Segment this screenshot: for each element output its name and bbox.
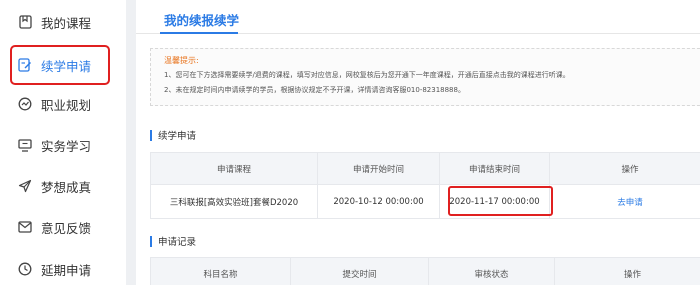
apply-link[interactable]: 去申请 <box>549 184 700 219</box>
section-marker <box>150 235 152 247</box>
table-header-row: 科目名称 提交时间 审核状态 操作 <box>150 257 700 285</box>
notice-line: 1、您可在下方选择需要续学/退费的课程，填写对应信息，网校复核后为您开通下一年度… <box>164 71 570 79</box>
column-header: 申请结束时间 <box>439 152 550 185</box>
sidebar-item-my-courses[interactable]: 我的课程 <box>0 3 126 41</box>
sidebar-item-career-planning[interactable]: 职业规划 <box>0 85 126 123</box>
column-header: 审核状态 <box>428 257 555 285</box>
clock-icon <box>17 261 33 277</box>
sidebar: 我的课程 续学申请 职业规划 实务学习 梦想成真 意见反馈 延期申请 <box>0 0 126 285</box>
section-header-apply: 续学申请 <box>150 128 196 142</box>
table-header-row: 申请课程 申请开始时间 申请结束时间 操作 <box>150 152 700 185</box>
sidebar-item-deferral[interactable]: 延期申请 <box>0 250 126 285</box>
end-time-cell: 2020-11-17 00:00:00 <box>439 184 550 219</box>
sidebar-item-label: 延期申请 <box>41 262 92 278</box>
apply-table: 申请课程 申请开始时间 申请结束时间 操作 三科联报[高效实验班]套餐D2020… <box>150 152 700 219</box>
sidebar-item-practical-learning[interactable]: 实务学习 <box>0 126 126 164</box>
table-row: 三科联报[高效实验班]套餐D2020 2020-10-12 00:00:00 2… <box>150 184 700 219</box>
sidebar-item-label: 职业规划 <box>41 97 92 113</box>
notice-box: 温馨提示: 1、您可在下方选择需要续学/退费的课程，填写对应信息，网校复核后为您… <box>150 48 700 106</box>
sidebar-item-continue-study[interactable]: 续学申请 <box>0 46 126 84</box>
records-table: 科目名称 提交时间 审核状态 操作 <box>150 257 700 285</box>
notice-line: 2、未在规定时间内申请续学的学员，根据协议规定不予开课，详情请咨询客服010-8… <box>164 86 465 94</box>
start-time-cell: 2020-10-12 00:00:00 <box>317 184 440 219</box>
section-header-records: 申请记录 <box>150 234 196 248</box>
sidebar-item-label: 我的课程 <box>41 15 92 31</box>
section-title: 申请记录 <box>158 237 197 248</box>
section-title: 续学申请 <box>158 131 197 142</box>
sidebar-item-feedback[interactable]: 意见反馈 <box>0 208 126 246</box>
course-name-cell: 三科联报[高效实验班]套餐D2020 <box>150 184 318 219</box>
page-title: 我的续报续学 <box>164 13 240 28</box>
monitor-icon <box>17 137 33 153</box>
bookmark-icon <box>17 14 33 30</box>
paper-plane-icon <box>17 178 33 194</box>
section-marker <box>150 129 152 141</box>
page-title-underline <box>160 32 238 34</box>
sidebar-item-label: 意见反馈 <box>41 220 92 236</box>
apply-edit-icon <box>17 57 33 73</box>
sidebar-item-label: 续学申请 <box>41 58 92 74</box>
column-header: 科目名称 <box>150 257 291 285</box>
notice-title: 温馨提示: <box>164 56 199 65</box>
column-header: 申请开始时间 <box>317 152 440 185</box>
column-header: 操作 <box>554 257 700 285</box>
column-header: 申请课程 <box>150 152 318 185</box>
compass-icon <box>17 96 33 112</box>
column-header: 操作 <box>549 152 700 185</box>
mail-icon <box>17 219 33 235</box>
sidebar-item-dreams[interactable]: 梦想成真 <box>0 167 126 205</box>
sidebar-item-label: 梦想成真 <box>41 179 92 195</box>
sidebar-item-label: 实务学习 <box>41 138 92 154</box>
main-panel: 我的续报续学 温馨提示: 1、您可在下方选择需要续学/退费的课程，填写对应信息，… <box>136 0 700 285</box>
column-header: 提交时间 <box>290 257 429 285</box>
